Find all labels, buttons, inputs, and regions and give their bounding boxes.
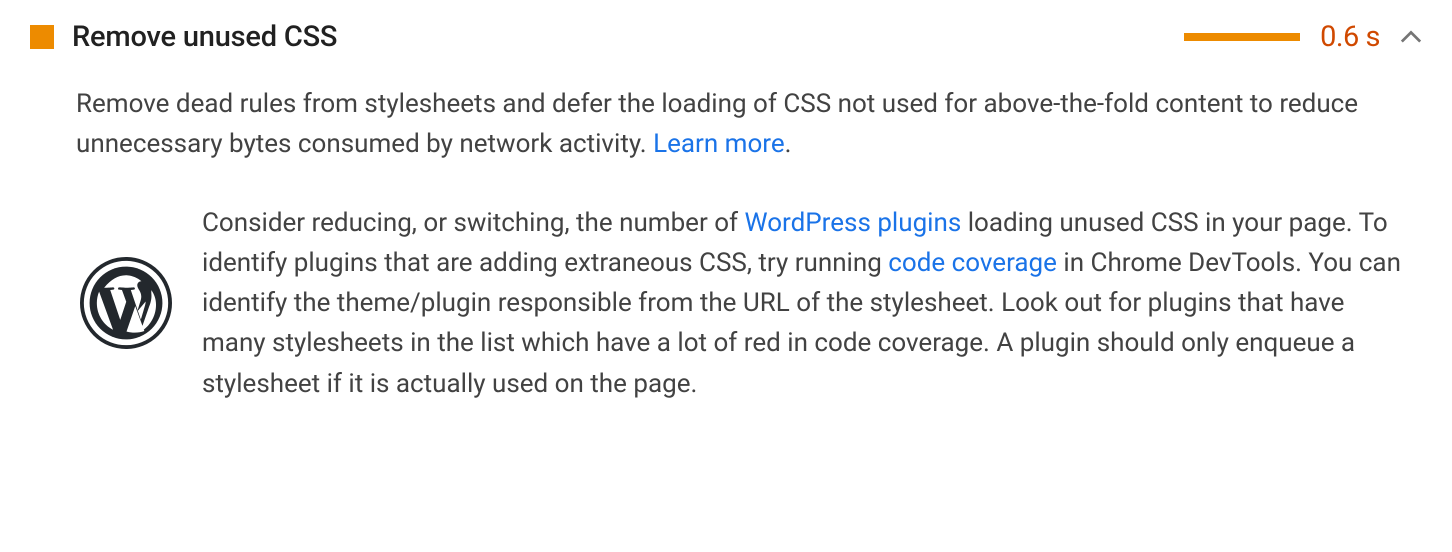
stack-pack-text: Consider reducing, or switching, the num…	[202, 203, 1402, 404]
stack-segment-1: Consider reducing, or switching, the num…	[202, 208, 745, 238]
status-average-icon	[30, 25, 54, 49]
code-coverage-link[interactable]: code coverage	[888, 248, 1057, 278]
audit-header[interactable]: Remove unused CSS 0.6 s	[30, 20, 1422, 54]
learn-more-link[interactable]: Learn more	[653, 129, 785, 159]
wordpress-icon	[78, 255, 174, 351]
wordpress-plugins-link[interactable]: WordPress plugins	[745, 208, 962, 238]
audit-header-left: Remove unused CSS	[30, 20, 337, 54]
audit-description-period: .	[785, 129, 792, 159]
audit-header-right: 0.6 s	[1184, 20, 1422, 54]
audit-item: Remove unused CSS 0.6 s Remove dead rule…	[30, 20, 1422, 404]
stack-pack: Consider reducing, or switching, the num…	[78, 203, 1402, 404]
chevron-up-icon[interactable]	[1400, 30, 1422, 44]
score-bar	[1184, 33, 1300, 41]
score-value: 0.6 s	[1320, 20, 1380, 54]
audit-title: Remove unused CSS	[72, 20, 337, 54]
audit-description: Remove dead rules from stylesheets and d…	[76, 84, 1402, 165]
